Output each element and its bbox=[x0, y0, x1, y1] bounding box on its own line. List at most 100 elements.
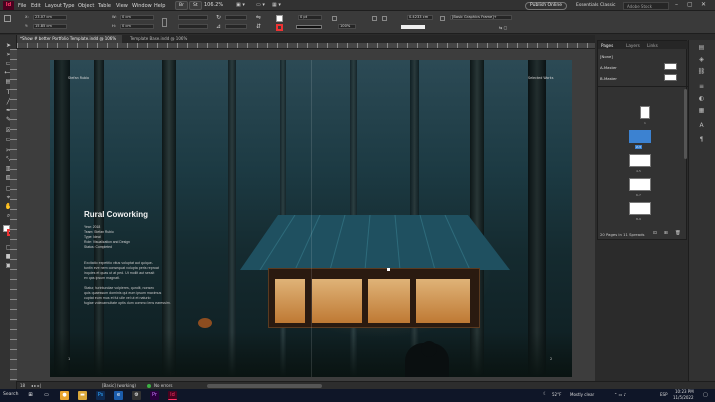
menu-help[interactable]: Help bbox=[154, 3, 165, 9]
clock-time[interactable]: 10:23 PM bbox=[675, 390, 694, 394]
weather-text[interactable]: Mostly clear bbox=[570, 393, 594, 397]
premiere-icon[interactable]: Pr bbox=[150, 391, 159, 400]
zoom-level[interactable]: 106.2% bbox=[204, 3, 223, 8]
taskbar-search[interactable]: Search bbox=[3, 392, 18, 398]
menu-type[interactable]: Type bbox=[63, 3, 74, 9]
page-nav-arrows[interactable]: ◂ ▸ ▸| bbox=[31, 384, 41, 388]
photoshop-icon[interactable]: Ps bbox=[96, 391, 105, 400]
spread-thumb-4-5[interactable] bbox=[629, 154, 651, 167]
tab-pages[interactable]: Pages bbox=[601, 43, 613, 48]
x-field[interactable]: 23.07 cm bbox=[33, 15, 67, 20]
shear-icon[interactable]: ⊿ bbox=[216, 24, 221, 30]
tab-links[interactable]: Links bbox=[647, 43, 658, 48]
task-view-icon[interactable]: ▭ bbox=[42, 391, 51, 400]
minimize-icon[interactable]: – bbox=[675, 1, 678, 8]
rotate-field[interactable] bbox=[225, 15, 247, 20]
arrange-documents-icon[interactable]: ▦ ▾ bbox=[272, 3, 281, 8]
auto-fit-icon[interactable]: ⇆ ▢ bbox=[499, 26, 507, 30]
master-a[interactable]: A-Master bbox=[600, 65, 617, 70]
gap-field[interactable]: 0.4233 cm bbox=[407, 15, 433, 20]
settings-icon[interactable]: ⚙ bbox=[132, 391, 141, 400]
master-none[interactable]: [None] bbox=[600, 54, 613, 59]
meta-status[interactable]: Status: Completed bbox=[84, 245, 112, 249]
object-style-dropdown[interactable]: [Basic Graphics Frame]+ bbox=[450, 15, 512, 20]
delete-page-icon[interactable]: 🗑 bbox=[675, 231, 681, 237]
indesign-taskbar-icon[interactable]: Id bbox=[168, 391, 177, 400]
edge-icon[interactable]: e bbox=[114, 391, 123, 400]
language-indicator[interactable]: ESP bbox=[660, 393, 667, 397]
running-head-right[interactable]: Selected Works bbox=[528, 76, 553, 80]
reference-point-icon[interactable] bbox=[4, 15, 11, 22]
project-title[interactable]: Rural Coworking bbox=[84, 210, 148, 219]
scale-y-field[interactable] bbox=[178, 24, 208, 29]
meta-team[interactable]: Team: Stefan Rubio bbox=[84, 230, 114, 234]
preflight-status[interactable]: No errors bbox=[154, 384, 172, 388]
gap-swatch[interactable] bbox=[401, 25, 425, 29]
close-icon[interactable]: ✕ bbox=[701, 1, 706, 8]
stroke-type-dropdown[interactable] bbox=[296, 25, 322, 29]
menu-object[interactable]: Object bbox=[78, 3, 94, 9]
spread-thumb-6-7[interactable] bbox=[629, 178, 651, 191]
start-icon[interactable]: ⊞ bbox=[26, 391, 35, 400]
master-b[interactable]: B-Master bbox=[600, 76, 617, 81]
stroke-weight-field[interactable]: 0 pt bbox=[298, 15, 322, 20]
menu-layout[interactable]: Layout bbox=[45, 3, 62, 9]
body-text-line[interactable]: quis quaessum dominis qui eum ipsum maxi… bbox=[84, 291, 161, 295]
shear-field[interactable] bbox=[225, 24, 247, 29]
menu-table[interactable]: Table bbox=[98, 3, 111, 9]
screen-mode-icon[interactable]: ▭ ▾ bbox=[256, 3, 265, 8]
effects-icon[interactable] bbox=[332, 16, 337, 21]
stock-button[interactable]: St bbox=[189, 1, 202, 10]
vertical-ruler[interactable] bbox=[10, 49, 17, 381]
character-styles-icon[interactable]: A bbox=[696, 122, 707, 129]
stroke-panel-icon[interactable]: ≡ bbox=[696, 83, 707, 90]
layout-status[interactable]: [Basic] (working) bbox=[102, 384, 136, 388]
y-field[interactable]: 15.85 cm bbox=[33, 24, 67, 29]
body-text-line[interactable]: fugiae volecarnultate optis dum commo le… bbox=[84, 301, 171, 305]
paragraph-styles-icon[interactable]: ¶ bbox=[696, 136, 707, 143]
tray-icons[interactable]: ⌃ ▭ ♪ bbox=[614, 393, 626, 397]
folio-left[interactable]: 1 bbox=[68, 357, 70, 361]
links-panel-icon[interactable]: ⛓ bbox=[696, 68, 707, 75]
document-spread[interactable]: Stefan Rubio Selected Works Rural Cowork… bbox=[50, 60, 572, 377]
chrome-icon[interactable]: ● bbox=[60, 391, 69, 400]
menu-edit[interactable]: Edit bbox=[31, 3, 41, 9]
menu-window[interactable]: Window bbox=[132, 3, 152, 9]
constrain-proportions-icon[interactable] bbox=[162, 18, 167, 27]
swatches-panel-icon[interactable]: ▦ bbox=[696, 107, 707, 114]
text-wrap-icon[interactable] bbox=[372, 16, 377, 21]
body-text-line[interactable]: cuptat eum mus et fui ulle vel ut et nat… bbox=[84, 296, 151, 300]
workspace-switcher[interactable]: Essentials Classic bbox=[576, 3, 616, 8]
height-field[interactable]: 0 cm bbox=[120, 24, 154, 29]
publish-online-button[interactable]: Publish Online bbox=[525, 2, 567, 10]
weather-temp[interactable]: 52°F bbox=[552, 393, 561, 397]
file-explorer-icon[interactable]: ▬ bbox=[78, 391, 87, 400]
flip-vertical-icon[interactable]: ⇵ bbox=[256, 24, 261, 30]
body-text-line[interactable]: Statur, turintundae volpieres, qundit, n… bbox=[84, 286, 154, 290]
color-panel-icon[interactable]: ◐ bbox=[696, 95, 707, 102]
menu-view[interactable]: View bbox=[116, 3, 128, 9]
page-number-field[interactable]: 18 bbox=[20, 384, 25, 388]
scale-x-field[interactable] bbox=[178, 15, 208, 20]
horizontal-scrollbar[interactable] bbox=[207, 384, 322, 388]
pages-scrollbar[interactable] bbox=[684, 89, 687, 159]
rotate-icon[interactable]: ↻ bbox=[216, 15, 221, 21]
new-page-icon[interactable]: ⊞ bbox=[664, 231, 668, 237]
meta-type[interactable]: Type: Ideal bbox=[84, 235, 101, 239]
running-head-left[interactable]: Stefan Rubio bbox=[68, 76, 89, 80]
master-a-thumb[interactable] bbox=[664, 63, 677, 70]
fill-swatch[interactable] bbox=[276, 15, 283, 22]
notifications-icon[interactable]: ▢ bbox=[703, 393, 708, 398]
body-text-line[interactable]: tuntin eve nem consequat volupta peris r… bbox=[84, 266, 159, 270]
body-text-line[interactable]: ex qas ipsum magnati. bbox=[84, 276, 120, 280]
clock-date[interactable]: 11/5/2022 bbox=[673, 396, 694, 400]
folio-right[interactable]: 2 bbox=[550, 357, 552, 361]
meta-year[interactable]: Year: 2018 bbox=[84, 225, 100, 229]
stroke-swatch[interactable] bbox=[276, 24, 283, 31]
selection-handle[interactable] bbox=[387, 268, 390, 271]
opacity-field[interactable]: 100% bbox=[338, 24, 356, 29]
view-options-icon[interactable]: ▣ ▾ bbox=[236, 3, 245, 8]
tab-template-base[interactable]: Template Base.indd @ 106% bbox=[127, 35, 207, 43]
tab-layers[interactable]: Layers bbox=[626, 43, 640, 48]
text-wrap-around-icon[interactable] bbox=[382, 16, 387, 21]
